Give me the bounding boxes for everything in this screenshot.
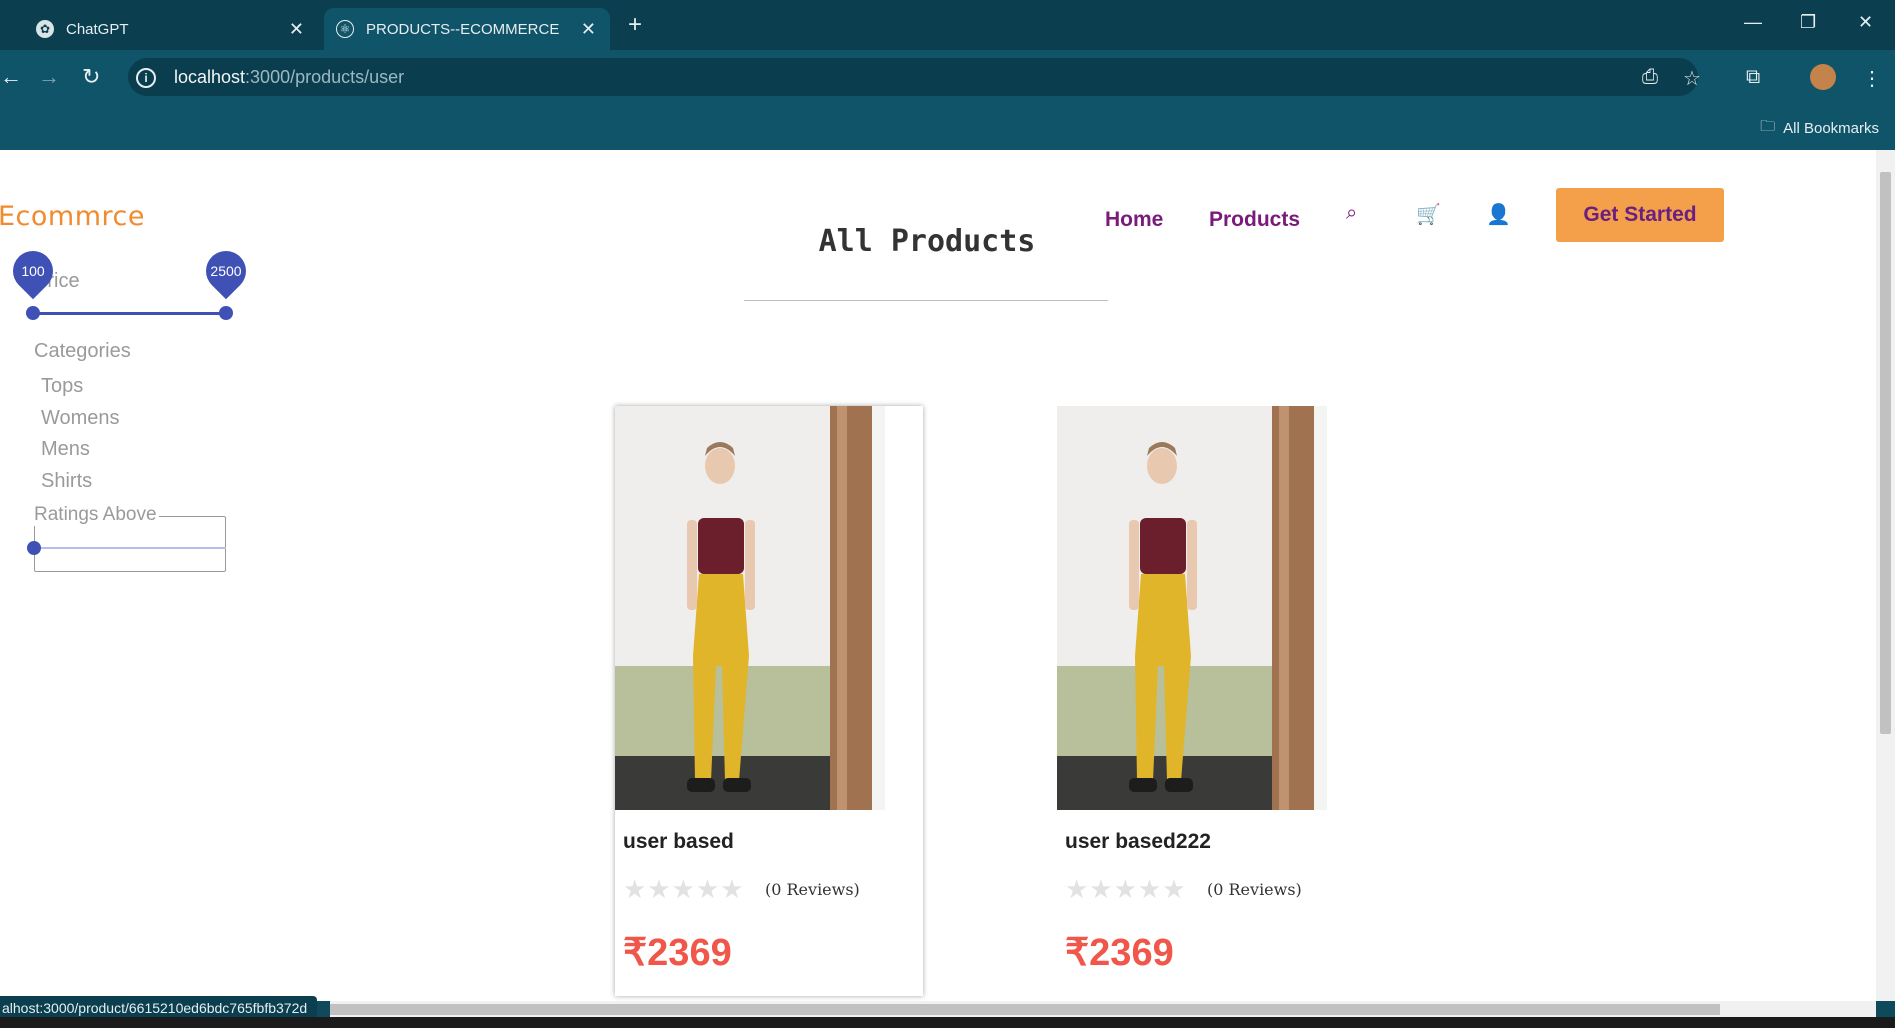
price-min-handle[interactable]: [26, 306, 40, 320]
category-shirts[interactable]: Shirts: [41, 470, 92, 493]
price-slider-track[interactable]: [33, 312, 226, 315]
bookmarks-bar: 🗀 All Bookmarks: [0, 102, 1895, 150]
horizontal-scrollbar[interactable]: [330, 1001, 1876, 1017]
price-max-handle[interactable]: [219, 306, 233, 320]
page-title: All Products: [818, 224, 1036, 259]
category-womens[interactable]: Womens: [41, 407, 120, 430]
product-name: user based: [623, 830, 734, 853]
navigation-bar: ← → ↻ localhost:3000/products/user: [0, 50, 1895, 102]
categories-title: Categories: [34, 340, 131, 362]
product-name: user based222: [1065, 830, 1211, 853]
new-tab-icon[interactable]: +: [628, 11, 642, 39]
rating-stars: ★★★★★: [1065, 874, 1187, 904]
all-bookmarks[interactable]: 🗀 All Bookmarks: [1760, 116, 1879, 141]
product-image[interactable]: [615, 406, 885, 810]
vertical-scroll-thumb[interactable]: [1880, 172, 1891, 734]
vertical-scrollbar[interactable]: [1876, 150, 1895, 1001]
folder-icon: 🗀: [1760, 118, 1776, 135]
search-icon[interactable]: ⌕: [1346, 202, 1357, 225]
back-icon[interactable]: ←: [0, 64, 22, 90]
nav-home-link[interactable]: Home: [1105, 208, 1163, 232]
user-icon[interactable]: 👤: [1486, 202, 1511, 227]
profile-avatar[interactable]: [1810, 64, 1836, 90]
tab-title: PRODUCTS--ECOMMERCE: [366, 20, 560, 38]
url-host: localhost: [174, 66, 246, 87]
bookmark-star-icon[interactable]: ☆: [1683, 66, 1701, 91]
reload-icon[interactable]: ↻: [82, 64, 100, 90]
all-bookmarks-label: All Bookmarks: [1783, 120, 1879, 137]
react-icon: ⚛: [336, 20, 354, 38]
product-card[interactable]: user based222 ★★★★★ (0 Reviews) ₹2369: [1057, 406, 1365, 996]
price-min-value: 100: [21, 263, 45, 279]
tab-products[interactable]: ⚛ PRODUCTS--ECOMMERCE ✕: [324, 8, 610, 50]
product-image[interactable]: [1057, 406, 1327, 810]
get-started-button[interactable]: Get Started: [1556, 188, 1724, 242]
category-mens[interactable]: Mens: [41, 438, 90, 461]
rating-stars: ★★★★★: [623, 874, 745, 904]
tab-title: ChatGPT: [66, 20, 129, 38]
brand-logo[interactable]: Ecommrce: [0, 201, 145, 232]
address-bar[interactable]: localhost:3000/products/user: [128, 58, 1698, 96]
review-count: (0 Reviews): [1207, 880, 1302, 899]
url-path: :3000/products/user: [245, 66, 405, 87]
horizontal-scroll-thumb[interactable]: [330, 1004, 1720, 1015]
page-viewport: Ecommrce Home Products ⌕ 🛒 👤 Get Started…: [0, 150, 1876, 1001]
browser-menu-icon[interactable]: ⋮: [1862, 66, 1882, 91]
extensions-icon[interactable]: ⧉: [1746, 66, 1760, 89]
close-tab-icon[interactable]: ✕: [581, 19, 596, 40]
ratings-filter-label: Ratings Above: [34, 504, 159, 526]
review-count: (0 Reviews): [765, 880, 860, 899]
product-price: ₹2369: [1065, 932, 1174, 974]
tab-bar: ✿ ChatGPT ✕ ⚛ PRODUCTS--ECOMMERCE ✕ + — …: [0, 0, 1895, 50]
ratings-slider-handle[interactable]: [27, 541, 41, 555]
nav-products-link[interactable]: Products: [1209, 208, 1300, 232]
minimize-icon[interactable]: —: [1744, 12, 1762, 33]
browser-window: ✿ ChatGPT ✕ ⚛ PRODUCTS--ECOMMERCE ✕ + — …: [0, 0, 1895, 1028]
title-divider: [744, 300, 1108, 301]
close-tab-icon[interactable]: ✕: [289, 19, 304, 40]
cart-icon[interactable]: 🛒: [1416, 202, 1441, 227]
product-photo: [615, 406, 885, 810]
forward-icon[interactable]: →: [38, 64, 60, 90]
restore-icon[interactable]: ❐: [1800, 12, 1816, 33]
product-price: ₹2369: [623, 932, 732, 974]
product-card[interactable]: user based ★★★★★ (0 Reviews) ₹2369: [615, 406, 923, 996]
taskbar-edge: [0, 1017, 1895, 1028]
close-window-icon[interactable]: ✕: [1858, 12, 1873, 33]
install-app-icon[interactable]: ⎙: [1642, 66, 1658, 89]
product-photo: [1057, 406, 1327, 810]
site-info-icon[interactable]: i: [136, 68, 156, 88]
price-max-value: 2500: [210, 263, 242, 279]
tab-chatgpt[interactable]: ✿ ChatGPT ✕: [0, 8, 318, 50]
category-tops[interactable]: Tops: [41, 375, 83, 398]
ratings-slider-track[interactable]: [34, 547, 226, 549]
chatgpt-icon: ✿: [36, 20, 54, 38]
